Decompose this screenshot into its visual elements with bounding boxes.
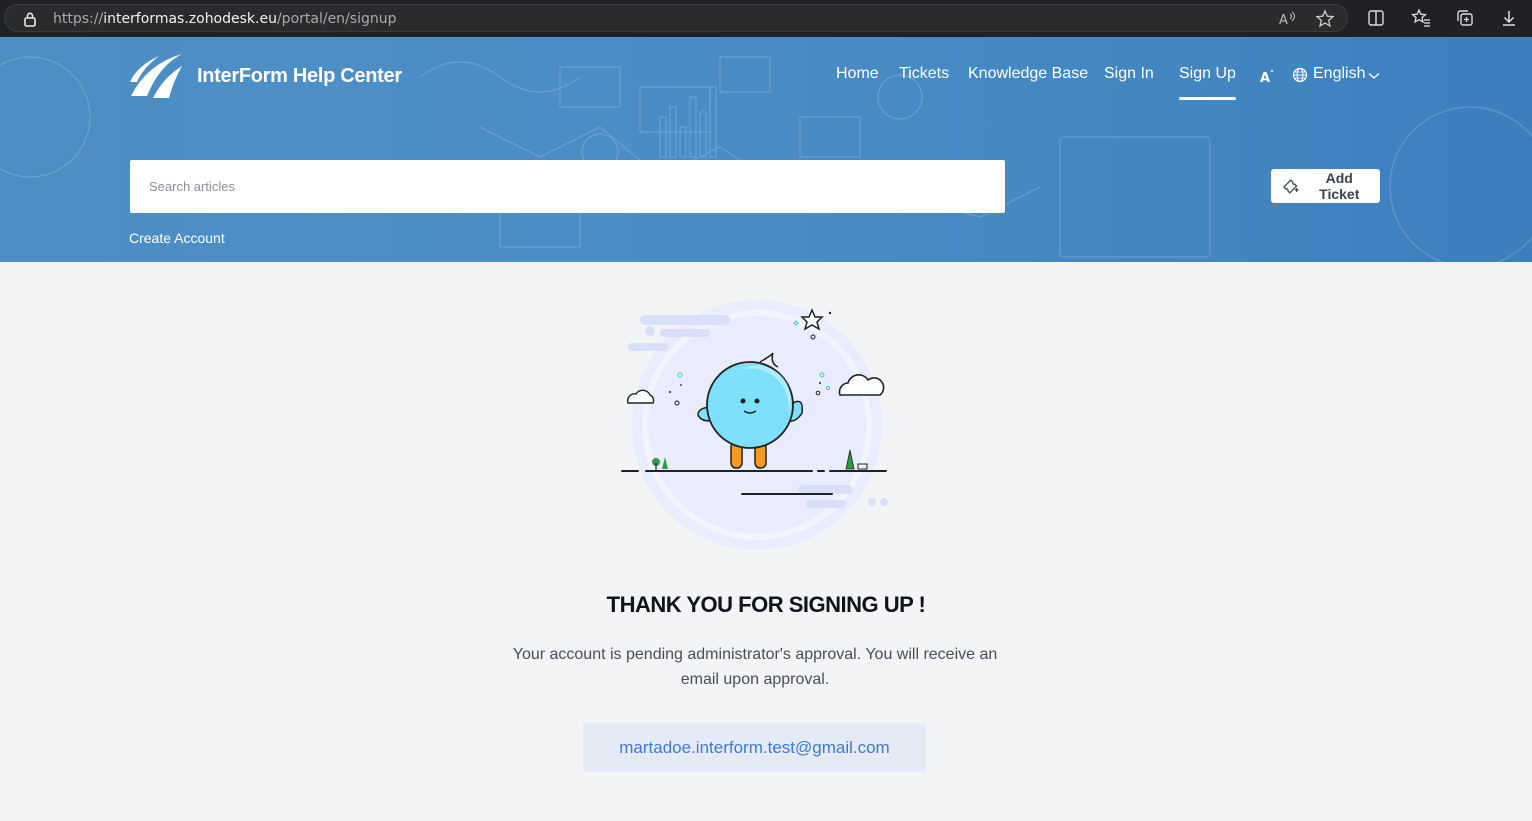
create-account-breadcrumb[interactable]: Create Account — [129, 230, 225, 246]
nav-knowledge-base[interactable]: Knowledge Base — [968, 65, 1088, 83]
signup-success-illustration — [621, 300, 888, 550]
search-input[interactable] — [130, 160, 1005, 213]
font-size-icon[interactable]: A — [1259, 68, 1275, 84]
address-bar[interactable]: https://interformas.zohodesk.eu/portal/e… — [4, 4, 1348, 32]
read-aloud-icon[interactable]: A — [1277, 9, 1297, 29]
site-header: InterForm Help Center Home Tickets Knowl… — [0, 37, 1532, 262]
main-nav: Home Tickets Knowledge Base Sign In Sign… — [0, 65, 1532, 105]
language-selector[interactable]: English — [1313, 65, 1365, 83]
url-text: https://interformas.zohodesk.eu/portal/e… — [53, 11, 397, 27]
registered-email[interactable]: martadoe.interform.test@gmail.com — [583, 723, 926, 772]
nav-sign-up[interactable]: Sign Up — [1179, 65, 1236, 100]
approval-message: Your account is pending administrator's … — [512, 646, 998, 688]
split-screen-icon[interactable] — [1366, 8, 1386, 28]
download-icon[interactable] — [1499, 8, 1519, 28]
browser-toolbar: https://interformas.zohodesk.eu/portal/e… — [0, 0, 1532, 37]
nav-home[interactable]: Home — [836, 65, 879, 83]
lock-icon[interactable] — [23, 11, 37, 27]
add-ticket-button[interactable]: Add Ticket — [1271, 169, 1380, 203]
add-ticket-label: Add Ticket — [1319, 170, 1360, 202]
favorite-star-icon[interactable] — [1315, 9, 1335, 29]
svg-text:A: A — [1279, 13, 1288, 28]
ticket-icon — [1283, 178, 1299, 194]
nav-sign-in[interactable]: Sign In — [1104, 65, 1154, 83]
collections-icon[interactable] — [1455, 8, 1475, 28]
nav-tickets[interactable]: Tickets — [899, 65, 949, 83]
chevron-down-icon[interactable] — [1368, 72, 1380, 80]
svg-text:A: A — [1260, 71, 1270, 84]
globe-icon — [1292, 67, 1308, 83]
page-title: THANK YOU FOR SIGNING UP ! — [606, 592, 926, 617]
favorites-icon[interactable] — [1411, 8, 1431, 28]
